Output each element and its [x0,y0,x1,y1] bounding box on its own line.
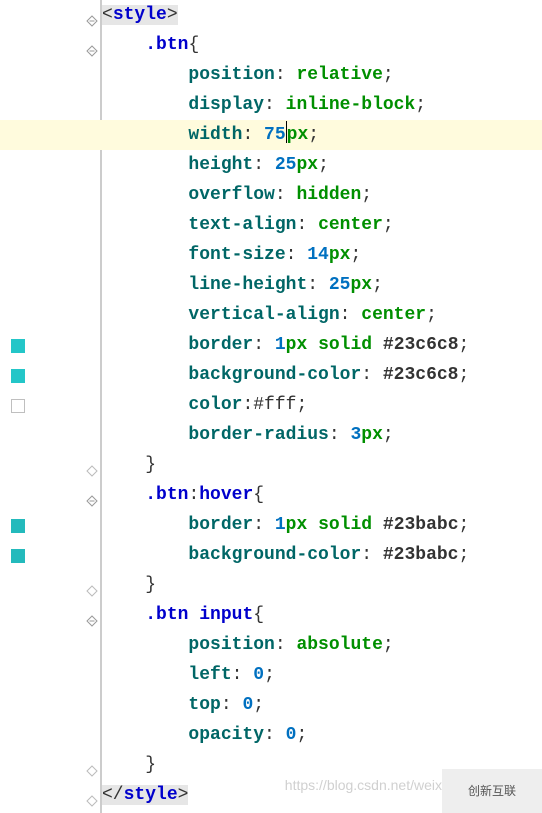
fold-collapse-icon[interactable] [86,8,98,20]
gutter-row [0,630,100,660]
gutter-row [0,510,100,540]
fold-end-icon [86,758,98,770]
fold-end-icon [86,458,98,470]
code-line[interactable]: position: absolute; [102,630,542,660]
gutter-row [0,540,100,570]
watermark-text: https://blog.csdn.net/weix [285,770,442,800]
code-line[interactable]: } [102,570,542,600]
fold-end-icon [86,788,98,800]
gutter-row [0,750,100,780]
gutter-row [0,360,100,390]
code-line[interactable]: line-height: 25px; [102,270,542,300]
gutter-row [0,180,100,210]
gutter-row [0,60,100,90]
color-swatch[interactable] [11,339,25,353]
gutter-row [0,210,100,240]
code-line[interactable]: .btn:hover{ [102,480,542,510]
code-line[interactable]: .btn{ [102,30,542,60]
code-line[interactable]: opacity: 0; [102,720,542,750]
gutter-row [0,450,100,480]
code-line[interactable]: } [102,450,542,480]
gutter-row [0,150,100,180]
gutter-row [0,0,100,30]
color-swatch[interactable] [11,369,25,383]
gutter-row [0,480,100,510]
gutter-row [0,720,100,750]
code-area[interactable]: <style> .btn{ position: relative; displa… [102,0,542,813]
fold-end-icon [86,578,98,590]
code-line[interactable]: background-color: #23babc; [102,540,542,570]
code-line[interactable]: .btn input{ [102,600,542,630]
code-line[interactable]: vertical-align: center; [102,300,542,330]
gutter-row [0,600,100,630]
fold-collapse-icon[interactable] [86,488,98,500]
code-line[interactable]: position: relative; [102,60,542,90]
color-swatch[interactable] [11,399,25,413]
gutter-row [0,390,100,420]
code-line[interactable]: background-color: #23c6c8; [102,360,542,390]
code-line[interactable]: border-radius: 3px; [102,420,542,450]
code-line[interactable]: overflow: hidden; [102,180,542,210]
gutter-row [0,780,100,810]
gutter-row [0,240,100,270]
gutter-row [0,690,100,720]
code-line[interactable]: <style> [102,0,542,30]
code-line[interactable]: height: 25px; [102,150,542,180]
brand-logo-text: 创新互联 [468,785,516,797]
code-line[interactable]: display: inline-block; [102,90,542,120]
gutter-row [0,270,100,300]
code-line[interactable]: width: 75px; [0,120,542,150]
fold-collapse-icon[interactable] [86,38,98,50]
gutter-row [0,420,100,450]
code-line[interactable]: border: 1px solid #23babc; [102,510,542,540]
code-editor[interactable]: <style> .btn{ position: relative; displa… [0,0,542,813]
gutter-row [0,300,100,330]
code-line[interactable]: border: 1px solid #23c6c8; [102,330,542,360]
fold-collapse-icon[interactable] [86,608,98,620]
color-swatch[interactable] [11,519,25,533]
code-line[interactable]: text-align: center; [102,210,542,240]
gutter-row [0,660,100,690]
gutter-row [0,90,100,120]
code-line[interactable]: left: 0; [102,660,542,690]
code-line[interactable]: font-size: 14px; [102,240,542,270]
color-swatch[interactable] [11,549,25,563]
code-line[interactable]: color:#fff; [102,390,542,420]
brand-logo: 创新互联 [442,769,542,813]
code-line[interactable]: top: 0; [102,690,542,720]
gutter-row [0,570,100,600]
gutter-row [0,30,100,60]
gutter-row [0,330,100,360]
